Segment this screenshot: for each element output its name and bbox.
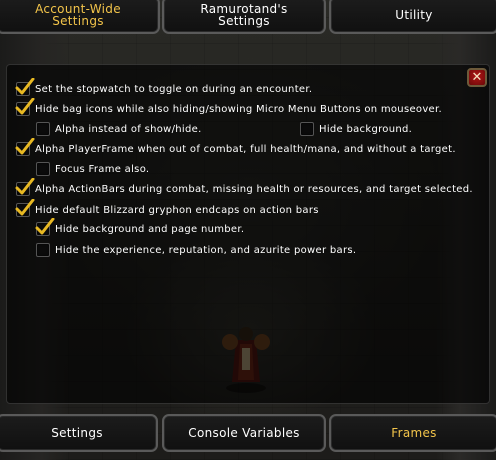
close-button[interactable]: ✕ — [467, 68, 487, 87]
option-alpha-instead[interactable]: Alpha instead of show/hide. — [36, 120, 202, 138]
checkmark-icon — [35, 218, 55, 235]
option-hide-bag-icons-checkbox[interactable] — [15, 98, 35, 116]
option-hide-xp-rep-bars-checkbox[interactable] — [36, 243, 50, 257]
option-stopwatch-toggle[interactable]: Set the stopwatch to toggle on during an… — [15, 78, 313, 98]
checkmark-icon — [15, 199, 35, 216]
option-hide-gryphon-endcaps-label: Hide default Blizzard gryphon endcaps on… — [35, 204, 319, 216]
option-alpha-actionbars[interactable]: Alpha ActionBars during combat, missing … — [15, 178, 473, 198]
tab-character-settings-label: Ramurotand's Settings — [200, 2, 288, 28]
option-hide-background[interactable]: Hide background. — [300, 120, 412, 138]
option-stopwatch-toggle-label: Set the stopwatch to toggle on during an… — [35, 83, 313, 95]
option-alpha-playerframe-checkbox[interactable] — [15, 138, 35, 156]
option-hide-bg-page-number[interactable]: Hide background and page number. — [35, 218, 245, 238]
option-alpha-actionbars-checkbox[interactable] — [15, 178, 35, 196]
tab-account-wide-settings[interactable]: Account-Wide Settings — [0, 0, 160, 34]
option-hide-background-label: Hide background. — [319, 123, 413, 135]
checkmark-icon — [15, 178, 35, 195]
tab-settings[interactable]: Settings — [0, 414, 158, 452]
option-focus-frame-checkbox[interactable] — [36, 162, 50, 176]
tab-utility-label: Utility — [395, 8, 433, 22]
option-focus-frame-label: Focus Frame also. — [55, 163, 150, 175]
tab-frames-label: Frames — [391, 426, 437, 440]
option-hide-xp-rep-bars-label: Hide the experience, reputation, and azu… — [55, 244, 357, 256]
tab-account-wide-settings-label: Account-Wide Settings — [35, 2, 121, 28]
checkmark-icon — [15, 138, 35, 155]
option-hide-gryphon-endcaps[interactable]: Hide default Blizzard gryphon endcaps on… — [15, 199, 319, 219]
option-alpha-playerframe-label: Alpha PlayerFrame when out of combat, fu… — [35, 143, 456, 155]
option-hide-background-checkbox[interactable] — [300, 122, 314, 136]
option-hide-bg-page-number-label: Hide background and page number. — [55, 223, 245, 235]
tab-console-variables-label: Console Variables — [188, 426, 300, 440]
option-hide-bg-page-number-checkbox[interactable] — [35, 218, 55, 236]
option-hide-bag-icons-label: Hide bag icons while also hiding/showing… — [35, 103, 442, 115]
option-hide-xp-rep-bars[interactable]: Hide the experience, reputation, and azu… — [36, 241, 356, 259]
checkmark-icon — [15, 78, 35, 95]
option-alpha-actionbars-label: Alpha ActionBars during combat, missing … — [35, 183, 473, 195]
option-hide-bag-icons[interactable]: Hide bag icons while also hiding/showing… — [15, 98, 442, 118]
checkmark-icon — [15, 98, 35, 115]
option-stopwatch-toggle-checkbox[interactable] — [15, 78, 35, 96]
option-focus-frame[interactable]: Focus Frame also. — [36, 160, 149, 178]
tab-character-settings[interactable]: Ramurotand's Settings — [162, 0, 326, 34]
tab-utility[interactable]: Utility — [329, 0, 496, 34]
option-alpha-instead-checkbox[interactable] — [36, 122, 50, 136]
tab-console-variables[interactable]: Console Variables — [162, 414, 326, 452]
option-alpha-playerframe[interactable]: Alpha PlayerFrame when out of combat, fu… — [15, 138, 456, 158]
option-alpha-instead-label: Alpha instead of show/hide. — [55, 123, 202, 135]
tab-frames[interactable]: Frames — [329, 414, 496, 452]
tab-settings-label: Settings — [51, 426, 103, 440]
close-icon: ✕ — [471, 70, 483, 85]
option-hide-gryphon-endcaps-checkbox[interactable] — [15, 199, 35, 217]
